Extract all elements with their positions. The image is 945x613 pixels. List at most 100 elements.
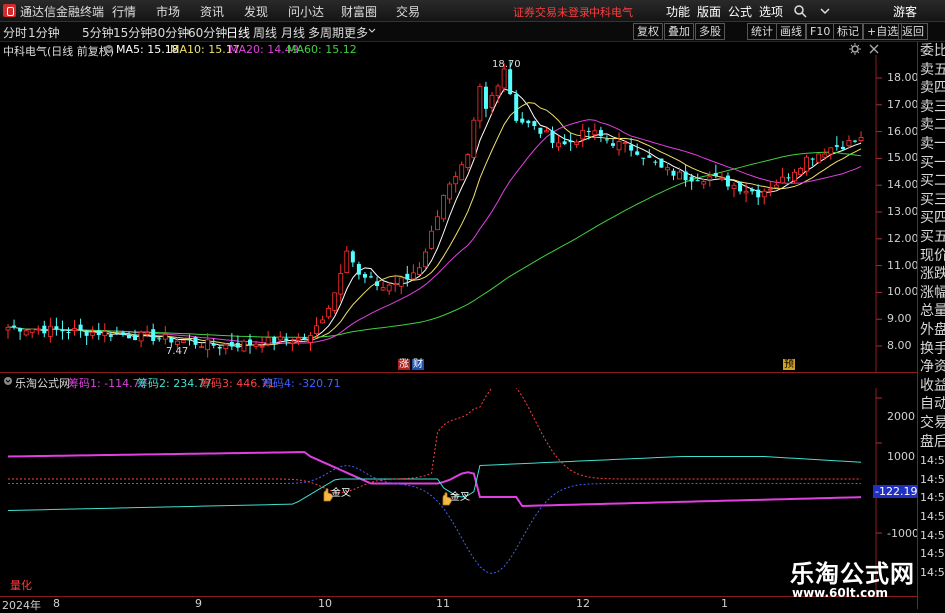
tab-5min[interactable]: 5分钟 [82,24,114,41]
tab-1min[interactable]: 1分钟 [28,24,60,41]
search-icon[interactable] [793,4,807,18]
side-panel-item[interactable]: 14:56 [920,489,945,506]
side-panel-item[interactable]: 委比 [920,43,945,60]
tab-weekly[interactable]: 周线 [253,24,277,41]
menu-news[interactable]: 资讯 [200,3,224,20]
chart-options-icon[interactable] [104,44,114,54]
side-panel-item[interactable]: 14:56 [920,471,945,488]
side-panel-item[interactable]: 总量 [920,303,945,320]
login-notice[interactable]: 证券交易未登录 [513,4,590,20]
x-label-dec: 12 [576,597,590,610]
price-tick-label: 10.00 [887,285,919,299]
back-button[interactable]: 返回 [898,23,928,40]
golden-cross-1: 金叉 [321,488,351,505]
side-panel-item[interactable]: 涨跌 [920,266,945,283]
more-chevron-icon[interactable] [368,28,376,34]
high-price-label: 18.70 [492,59,521,70]
side-panel-item[interactable]: 外盘 [920,322,945,339]
tab-monthly[interactable]: 月线 [281,24,305,41]
x-label-nov: 11 [436,597,450,610]
x-label-jan: 1 [721,597,728,610]
menu-options[interactable]: 选项 [759,3,783,20]
f10-button[interactable]: F10 [806,23,835,40]
side-panel-item[interactable]: 卖三 [920,99,945,116]
menu-function[interactable]: 功能 [666,3,690,20]
side-panel-item[interactable]: 涨幅 [920,285,945,302]
x-axis-line [0,596,917,597]
settings-icon[interactable] [849,43,861,55]
overlay-button[interactable]: 叠加 [664,23,694,40]
price-tick-label: 16.00 [887,124,919,138]
menu-market-quotes[interactable]: 行情 [112,3,136,20]
adjust-button[interactable]: 复权 [633,23,663,40]
period-bar: 分时 1分钟 5分钟 15分钟 30分钟 60分钟 日线 周线 月线 多周期 更… [0,22,945,42]
x-label-oct: 10 [318,597,332,610]
chevron-down-icon[interactable] [818,4,832,18]
tab-more[interactable]: 更多 [344,24,368,41]
price-tick-label: 17.00 [887,97,919,111]
price-tick-label: 14.00 [887,178,919,192]
app-title: 通达信金融终端 [20,5,105,19]
side-panel-item[interactable]: 盘后 [920,434,945,451]
tab-intraday[interactable]: 分时 [3,24,27,41]
statistics-button[interactable]: 统计 [747,23,777,40]
tab-15min[interactable]: 15分钟 [113,24,152,41]
multi-stock-button[interactable]: 多股 [695,23,725,40]
watermark-url: www.60lt.com [792,586,889,600]
menu-market[interactable]: 市场 [156,3,180,20]
tab-60min[interactable]: 60分钟 [188,24,227,41]
side-panel-item[interactable]: 买五 [920,229,945,246]
tab-30min[interactable]: 30分钟 [150,24,189,41]
side-panel-item[interactable]: 14:56 [920,527,945,544]
side-panel-item[interactable]: 净资 [920,359,945,376]
forecast-marker[interactable]: 预 [783,359,795,370]
price-tick-label: 12.00 [887,231,919,245]
finance-marker[interactable]: 财 [412,359,424,370]
side-panel-item[interactable]: 现价 [920,248,945,265]
user-account[interactable]: 游客 [893,3,917,20]
current-stock-name: 中科电气 [589,6,633,19]
side-panel-item[interactable]: 交易 [920,415,945,432]
add-watchlist-button[interactable]: +自选 [863,23,903,40]
side-panel-item[interactable]: 换手 [920,341,945,358]
side-panel-item[interactable]: 买一 [920,155,945,172]
x-label-year: 2024年 [2,599,41,612]
ind-tick-2000: 2000 [887,410,915,423]
menu-wealth-circle[interactable]: 财富圈 [341,3,377,20]
menu-bar: 通达信金融终端 行情 市场 资讯 发现 问小达 财富圈 交易 证券交易未登录 中… [0,0,945,22]
side-panel-item[interactable]: 买四 [920,210,945,227]
side-panel-item[interactable]: 卖一 [920,136,945,153]
tab-daily[interactable]: 日线 [226,24,250,41]
menu-discover[interactable]: 发现 [244,3,268,20]
side-panel-item[interactable]: 买三 [920,192,945,209]
menu-layout[interactable]: 版面 [697,3,721,20]
watermark-title: 乐淘公式网 [790,560,915,588]
x-label-sep: 9 [195,597,202,610]
price-tick-label: 18.00 [887,71,919,84]
price-tick-label: 11.00 [887,258,919,272]
side-panel-item[interactable]: 14:56 [920,545,945,562]
side-panel-item[interactable]: 卖四 [920,80,945,97]
price-tick-label: 9.00 [887,312,912,326]
tab-multi-period[interactable]: 多周期 [308,24,344,41]
side-panel-item[interactable]: 自动 [920,396,945,413]
quant-label[interactable]: 量化 [10,577,32,593]
panel-divider [0,372,917,373]
close-icon[interactable] [869,44,879,54]
menu-formula[interactable]: 公式 [728,3,752,20]
side-panel-item[interactable]: 14:56 [920,508,945,525]
side-panel-item[interactable]: 卖五 [920,62,945,79]
ind-tick-minus1000: -1000 [887,527,919,540]
limit-up-marker[interactable]: 涨 [398,359,410,370]
mark-button[interactable]: 标记 [833,23,863,40]
side-panel-item[interactable]: 卖二 [920,117,945,134]
side-panel-item[interactable]: 买二 [920,173,945,190]
indicator-options-icon[interactable] [3,376,13,386]
menu-ask-xiaoda[interactable]: 问小达 [288,3,324,20]
side-panel-item[interactable]: 14:56 [920,564,945,581]
side-panel-item[interactable]: 收益 [920,378,945,395]
draw-line-button[interactable]: 画线 [776,23,806,40]
menu-trade[interactable]: 交易 [396,3,420,20]
side-panel-item[interactable]: 14:56 [920,452,945,469]
price-tick-label: 15.00 [887,151,919,165]
